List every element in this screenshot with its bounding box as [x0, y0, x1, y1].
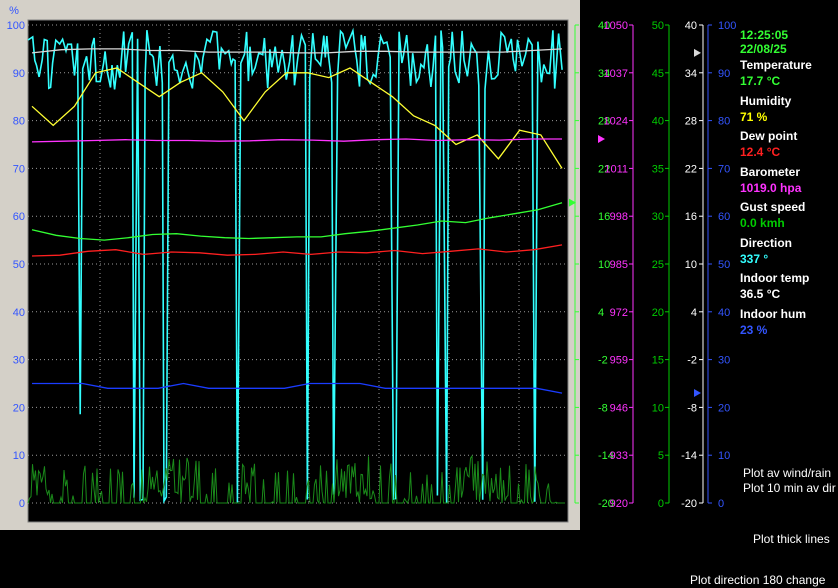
tick-label-percent: 30	[13, 355, 25, 367]
tick-label-indoor-hum: 30	[718, 355, 730, 367]
tick-label-indoor-temp: -14	[681, 450, 697, 462]
tick-label-time: 04:29:31	[218, 509, 261, 521]
tick-label-percent: 0	[19, 498, 25, 510]
tick-label-wind: 15	[652, 355, 664, 367]
tick-label-percent: 70	[13, 163, 25, 175]
marker-indoor-hum	[694, 389, 701, 398]
tick-label-wind: 0	[658, 498, 664, 510]
tick-label-time: 11:16:27	[498, 509, 540, 521]
tick-label-indoor-hum: 20	[718, 402, 730, 414]
tick-label-indoor-hum: 80	[718, 116, 730, 128]
reading-label: Gust speed	[740, 200, 806, 214]
reading-value: 17.7 °C	[740, 74, 781, 88]
reading-value: 23 %	[740, 322, 768, 337]
reading-label: Dew point	[740, 129, 798, 143]
tick-label-percent: 60	[13, 211, 25, 223]
tick-label-temperature: -2	[598, 355, 608, 367]
option-plot-thick-lines[interactable]: Plot thick lines	[753, 532, 830, 546]
tick-label-pressure: 920	[610, 498, 628, 510]
tick-label-percent: 50	[13, 259, 25, 271]
tick-label-indoor-temp: 34	[685, 68, 697, 80]
tick-label-pressure: 933	[610, 450, 628, 462]
reading-value: 0.0 kmh	[740, 216, 785, 230]
reading-label: Temperature	[740, 58, 812, 72]
plot-area	[27, 19, 569, 523]
tick-label-pressure: 946	[610, 402, 628, 414]
tick-label-indoor-hum: 40	[718, 307, 730, 319]
tick-label-indoor-temp: 10	[685, 259, 697, 271]
tick-label-indoor-hum: 10	[718, 450, 730, 462]
reading-value: 337 °	[740, 251, 769, 266]
tick-label-indoor-hum: 60	[718, 211, 730, 223]
option-plot-av-wind-rain[interactable]: Plot av wind/rain	[743, 466, 831, 480]
tick-label-percent: 10	[13, 450, 25, 462]
tick-label-time: 02:47:44	[148, 509, 191, 521]
reading-label: Barometer	[740, 164, 801, 179]
tick-label-percent: 40	[13, 307, 25, 319]
tick-label-pressure: 1037	[604, 68, 628, 80]
tick-label-indoor-hum: 50	[718, 259, 730, 271]
tick-label-indoor-hum: 70	[718, 163, 730, 175]
tick-label-time: 06:11:18	[288, 509, 330, 521]
option-plot-10min-av-dir[interactable]: Plot 10 min av dir	[743, 481, 836, 495]
tick-label-percent: 80	[13, 116, 25, 128]
tick-label-indoor-temp: 28	[685, 116, 697, 128]
tick-label-indoor-hum: 100	[718, 20, 736, 32]
tick-label-pressure: 998	[610, 211, 628, 223]
tick-label-indoor-hum: 0	[718, 498, 724, 510]
tick-label-pressure: 959	[610, 355, 628, 367]
tick-label-indoor-temp: 4	[691, 307, 697, 319]
tick-label-pressure: 1050	[604, 20, 628, 32]
tick-label-indoor-temp: 22	[685, 163, 697, 175]
tick-label-wind: 10	[652, 402, 664, 414]
clock-date: 22/08/25	[740, 42, 787, 56]
tick-label-pressure: 985	[610, 259, 628, 271]
clock-time: 12:25:05	[740, 28, 789, 42]
marker-pressure	[598, 134, 605, 143]
tick-label-wind: 40	[652, 116, 664, 128]
tick-label-wind: 45	[652, 68, 664, 80]
tick-label-percent: 100	[7, 20, 25, 32]
tick-label-wind: 20	[652, 307, 664, 319]
reading-label: Indoor temp	[740, 271, 810, 285]
tick-label-temperature: -8	[598, 402, 608, 414]
tick-label-wind: 30	[652, 211, 664, 223]
reading-value: 71 %	[740, 109, 768, 124]
tick-label-indoor-temp: -2	[687, 355, 697, 367]
reading-label: Indoor hum	[740, 306, 806, 321]
marker-indoor-temp	[694, 48, 701, 57]
reading-label: Direction	[740, 235, 793, 250]
tick-label-temperature: 16	[598, 211, 610, 223]
tick-label-pressure: 1024	[604, 116, 628, 128]
weather-chart: 0102030405060708090100%01:06:20 02:47:44 0…	[7, 5, 736, 523]
axis-unit-percent: %	[9, 5, 19, 17]
tick-label-wind: 50	[652, 20, 664, 32]
tick-label-indoor-temp: 16	[685, 211, 697, 223]
tick-label-percent: 20	[13, 402, 25, 414]
tick-label-wind: 5	[658, 450, 664, 462]
tick-label-indoor-temp: -20	[681, 498, 697, 510]
tick-label-wind: 35	[652, 163, 664, 175]
tick-label-wind: 25	[652, 259, 664, 271]
tick-label-pressure: 972	[610, 307, 628, 319]
tick-label-temperature: 4	[598, 307, 604, 319]
reading-value: 12.4 °C	[740, 145, 781, 159]
tick-label-indoor-hum: 90	[718, 68, 730, 80]
tick-label-indoor-temp: -8	[687, 402, 697, 414]
option-plot-direction-180[interactable]: Plot direction 180 change	[690, 573, 825, 587]
reading-label: Humidity	[740, 93, 792, 108]
tick-label-pressure: 1011	[604, 163, 628, 175]
tick-label-time: 07:52:47	[358, 509, 401, 521]
reading-value: 1019.0 hpa	[740, 180, 802, 195]
tick-label-percent: 90	[13, 68, 25, 80]
tick-label-time: 01:06:20	[79, 509, 122, 521]
tick-label-time: 09:34:35	[428, 509, 471, 521]
tick-label-indoor-temp: 40	[685, 20, 697, 32]
reading-value: 36.5 °C	[740, 287, 781, 301]
tick-label-temperature: 10	[598, 259, 610, 271]
